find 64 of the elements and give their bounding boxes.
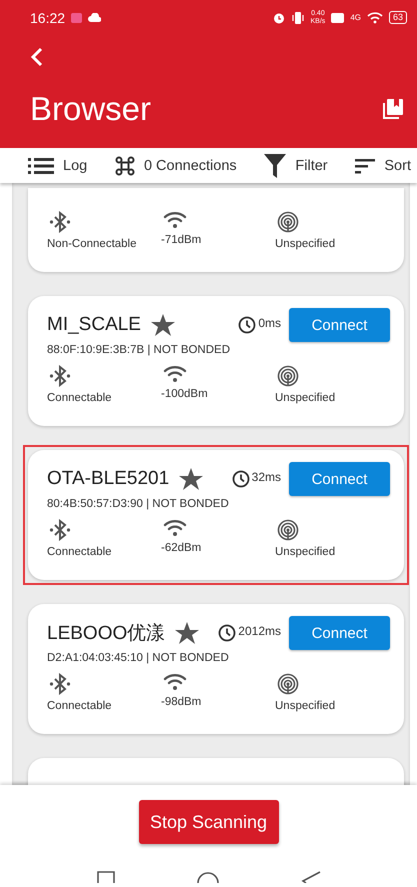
- scan-interval: 2012ms: [238, 624, 281, 638]
- beacon-type: Unspecified: [275, 700, 336, 712]
- filter-icon: [264, 154, 286, 178]
- status-time: 16:22: [30, 10, 66, 26]
- connectable-status: Connectable: [47, 392, 113, 404]
- stop-scanning-button[interactable]: Stop Scanning: [138, 800, 278, 844]
- network-type: 4G: [350, 13, 361, 22]
- scan-interval: 32ms: [252, 470, 281, 484]
- broadcast-icon: [277, 211, 299, 233]
- clock-icon: [218, 624, 236, 642]
- clock-icon: [232, 470, 250, 488]
- connectable-status: Connectable: [47, 700, 113, 712]
- signal-strength: -71dBm: [161, 234, 202, 246]
- vibrate-icon: [290, 12, 305, 24]
- broadcast-icon: [277, 365, 299, 387]
- signal-strength: -98dBm: [161, 696, 202, 708]
- signal-strength: -62dBm: [161, 542, 202, 554]
- log-button[interactable]: Log: [28, 156, 88, 174]
- cloud-icon: [88, 13, 102, 22]
- beacon-type: Unspecified: [275, 392, 336, 404]
- bluetooth-icon: [49, 519, 71, 541]
- star-icon[interactable]: [150, 314, 175, 336]
- device-name: OTA-BLE5201: [47, 468, 170, 490]
- app-notification-icon: [71, 12, 82, 22]
- filter-button[interactable]: Filter: [264, 154, 328, 178]
- signal-strength: -100dBm: [161, 388, 209, 400]
- bluetooth-icon: [49, 365, 71, 387]
- scan-interval: 0ms: [258, 316, 281, 330]
- beacon-type: Unspecified: [275, 238, 336, 250]
- sort-button[interactable]: Sort: [355, 158, 411, 174]
- star-icon[interactable]: [175, 622, 200, 644]
- bluetooth-icon: [49, 673, 71, 695]
- device-address: 88:0F:10:9E:3B:7B | NOT BONDED: [47, 344, 232, 356]
- bookmarks-icon[interactable]: [381, 97, 405, 121]
- alarm-icon: [272, 12, 285, 24]
- network-icon: [114, 156, 135, 176]
- screen-title: Browser: [30, 90, 152, 128]
- wifi-icon: [366, 12, 383, 24]
- back-icon[interactable]: [30, 47, 44, 67]
- battery-level: 63: [388, 11, 407, 24]
- star-icon[interactable]: [179, 468, 204, 490]
- bluetooth-icon: [49, 211, 71, 233]
- sort-icon: [355, 158, 376, 174]
- device-address: D2:A1:04:03:45:10 | NOT BONDED: [47, 652, 230, 664]
- recents-icon[interactable]: [96, 871, 114, 883]
- connect-button[interactable]: Connect: [289, 616, 390, 650]
- beacon-type: Unspecified: [275, 546, 336, 558]
- device-name: MI_SCALE: [47, 314, 141, 336]
- device-name: LEBOOO优漾: [47, 622, 166, 646]
- signal-icon: [163, 211, 187, 229]
- home-icon[interactable]: [196, 871, 218, 883]
- connect-button[interactable]: Connect: [289, 462, 390, 496]
- list-icon: [28, 156, 54, 174]
- connections-button[interactable]: 0 Connections: [114, 156, 237, 176]
- broadcast-icon: [277, 673, 299, 695]
- device-address: 80:4B:50:57:D3:90 | NOT BONDED: [47, 498, 230, 510]
- connectable-status: Non-Connectable: [47, 238, 138, 250]
- connectable-status: Connectable: [47, 546, 113, 558]
- signal-icon: [163, 519, 187, 537]
- signal-icon: [163, 365, 187, 383]
- clock-icon: [238, 316, 256, 334]
- connect-button[interactable]: Connect: [289, 308, 390, 342]
- broadcast-icon: [277, 519, 299, 541]
- signal-icon: [163, 673, 187, 691]
